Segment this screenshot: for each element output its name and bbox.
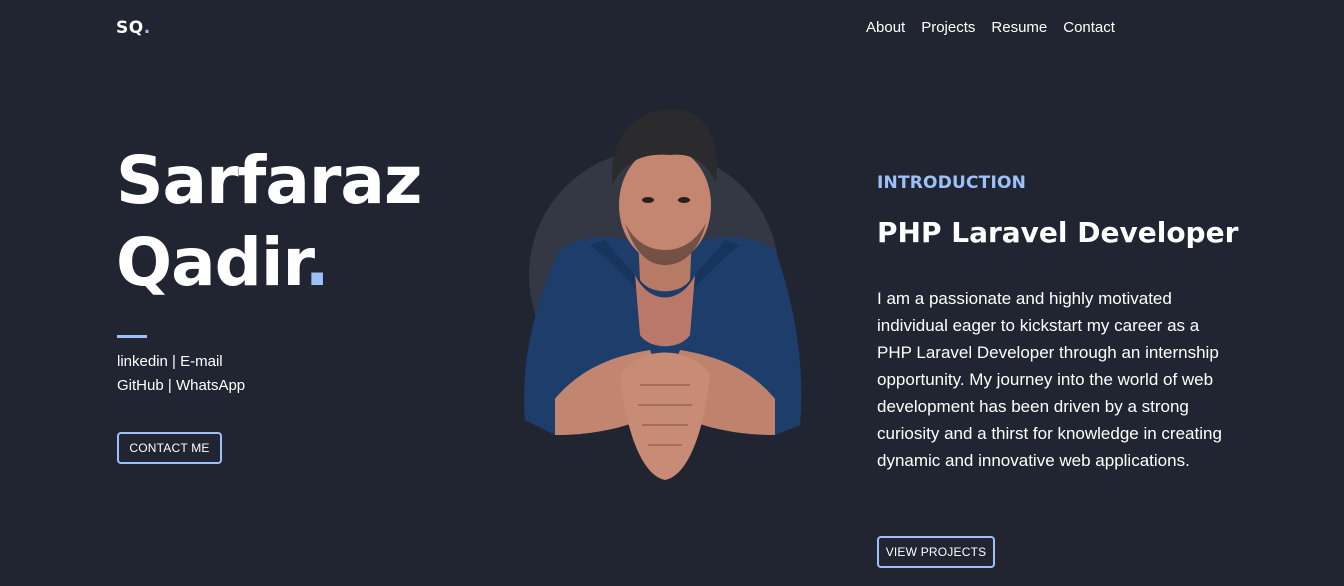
site-logo[interactable]: SQ. bbox=[116, 18, 151, 38]
email-link[interactable]: E-mail bbox=[180, 353, 223, 370]
nav-projects[interactable]: Projects bbox=[921, 19, 975, 36]
profile-photo bbox=[524, 109, 802, 480]
linkedin-link[interactable]: linkedin bbox=[117, 353, 168, 370]
bio-text: I am a passionate and highly motivated i… bbox=[877, 289, 1222, 470]
accent-divider bbox=[117, 335, 147, 338]
hero-name: Sarfaraz Qadir. bbox=[116, 140, 422, 304]
nav-contact[interactable]: Contact bbox=[1063, 19, 1115, 36]
job-title: PHP Laravel Developer bbox=[877, 216, 1239, 249]
main-nav: About Projects Resume Contact bbox=[866, 19, 1115, 36]
first-name: Sarfaraz bbox=[116, 142, 422, 219]
logo-dot: . bbox=[143, 18, 151, 38]
logo-text: SQ bbox=[116, 18, 144, 38]
nav-resume[interactable]: Resume bbox=[991, 19, 1047, 36]
last-name-line: Qadir. bbox=[116, 222, 421, 304]
view-projects-button[interactable]: VIEW PROJECTS bbox=[877, 536, 995, 568]
social-row-2: GitHub | WhatsApp bbox=[117, 374, 245, 398]
intro-label: INTRODUCTION bbox=[877, 173, 1027, 193]
social-row-1: linkedin | E-mail bbox=[117, 350, 245, 374]
social-links: linkedin | E-mail GitHub | WhatsApp bbox=[117, 350, 245, 398]
link-separator: | bbox=[167, 377, 172, 394]
github-link[interactable]: GitHub bbox=[117, 377, 164, 394]
whatsapp-link[interactable]: WhatsApp bbox=[176, 377, 245, 394]
page: SQ. About Projects Resume Contact Sarfar… bbox=[0, 0, 1344, 586]
name-dot: . bbox=[304, 224, 330, 301]
contact-me-button[interactable]: CONTACT ME bbox=[117, 432, 222, 464]
last-name: Qadir bbox=[116, 224, 306, 301]
nav-about[interactable]: About bbox=[866, 19, 905, 36]
link-separator: | bbox=[172, 353, 176, 370]
